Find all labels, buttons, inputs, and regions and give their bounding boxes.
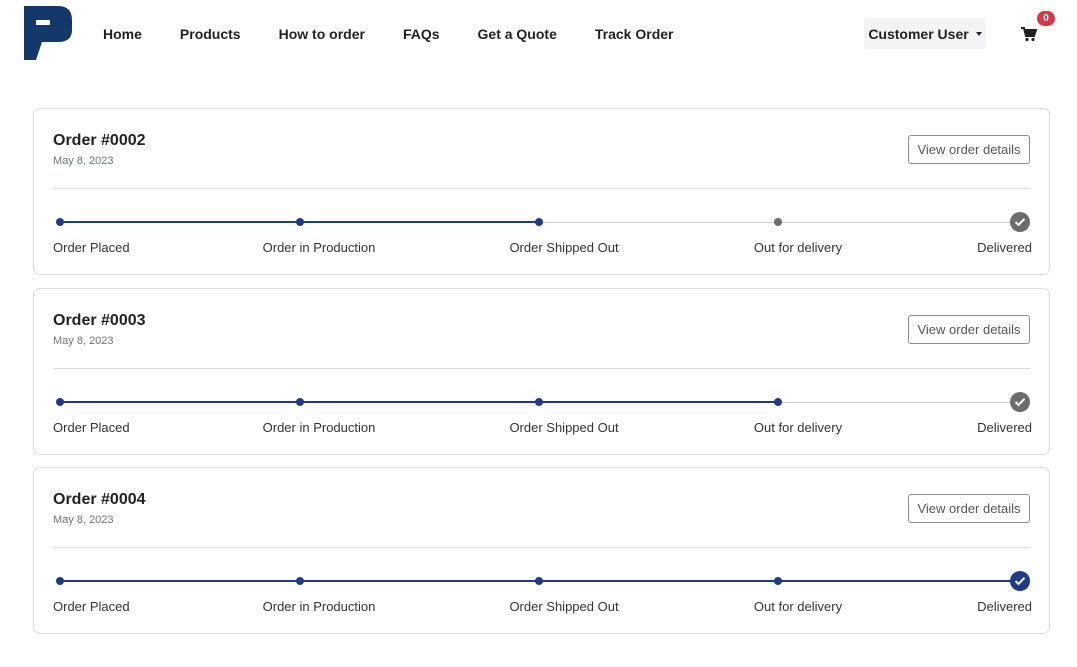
progress-step-label: Order Shipped Out (509, 420, 619, 435)
progress-segment (300, 580, 539, 582)
order-progress-tracker: Order Placed Order in Production Order Shi… (34, 289, 1051, 456)
progress-segment (778, 402, 1020, 403)
delivered-check-icon (1010, 571, 1030, 591)
progress-segment (60, 580, 300, 582)
order-progress-tracker: Order Placed Order in Production Order Shi… (34, 109, 1051, 276)
progress-segment (778, 222, 1020, 223)
nav-home[interactable]: Home (103, 26, 142, 42)
site-header: Home Products How to order FAQs Get a Qu… (0, 0, 1077, 68)
progress-step-dot (296, 398, 304, 406)
caret-down-icon (975, 31, 982, 36)
delivered-check-icon (1010, 392, 1030, 412)
progress-step-dot (535, 577, 543, 585)
progress-step-dot (535, 218, 543, 226)
progress-step-label: Delivered (977, 599, 1032, 614)
progress-step-dot (56, 218, 64, 226)
nav-track-order[interactable]: Track Order (595, 26, 674, 42)
order-card: Order #0002 May 8, 2023 View order detai… (33, 108, 1050, 275)
progress-step-label: Order Placed (53, 599, 130, 614)
progress-step-dot (296, 218, 304, 226)
brand-logo-icon[interactable] (22, 6, 72, 60)
main-nav: Home Products How to order FAQs Get a Qu… (103, 26, 711, 42)
order-progress-tracker: Order Placed Order in Production Order Shi… (34, 468, 1051, 635)
progress-step-label: Out for delivery (753, 240, 843, 255)
progress-segment (539, 222, 778, 223)
progress-step-dot (56, 577, 64, 585)
progress-step-dot (774, 577, 782, 585)
order-card: Order #0003 May 8, 2023 View order detai… (33, 288, 1050, 455)
progress-segment (300, 401, 539, 403)
nav-get-a-quote[interactable]: Get a Quote (478, 26, 557, 42)
progress-step-dot (774, 398, 782, 406)
progress-step-label: Order in Production (262, 420, 376, 435)
order-card: Order #0004 May 8, 2023 View order detai… (33, 467, 1050, 634)
progress-step-label: Out for delivery (753, 599, 843, 614)
progress-step-label: Order Placed (53, 240, 130, 255)
progress-step-label: Out for delivery (753, 420, 843, 435)
progress-segment (539, 401, 778, 403)
progress-step-dot (774, 218, 782, 226)
user-menu-label: Customer User (868, 25, 969, 42)
progress-segment (539, 580, 778, 582)
progress-step-label: Delivered (977, 420, 1032, 435)
progress-step-label: Order in Production (262, 599, 376, 614)
cart-count-badge: 0 (1037, 11, 1055, 26)
progress-step-label: Delivered (977, 240, 1032, 255)
progress-step-dot (535, 398, 543, 406)
progress-step-label: Order Placed (53, 420, 130, 435)
progress-segment (300, 221, 539, 223)
progress-step-label: Order Shipped Out (509, 599, 619, 614)
delivered-check-icon (1010, 212, 1030, 232)
nav-how-to-order[interactable]: How to order (279, 26, 365, 42)
progress-step-dot (56, 398, 64, 406)
user-menu-button[interactable]: Customer User (864, 18, 986, 49)
progress-step-label: Order Shipped Out (509, 240, 619, 255)
nav-products[interactable]: Products (180, 26, 241, 42)
progress-step-label: Order in Production (262, 240, 376, 255)
progress-segment (60, 221, 300, 223)
progress-step-dot (296, 577, 304, 585)
nav-faqs[interactable]: FAQs (403, 26, 440, 42)
progress-segment (60, 401, 300, 403)
progress-segment (778, 580, 1020, 582)
shopping-cart-icon[interactable] (1019, 24, 1039, 44)
